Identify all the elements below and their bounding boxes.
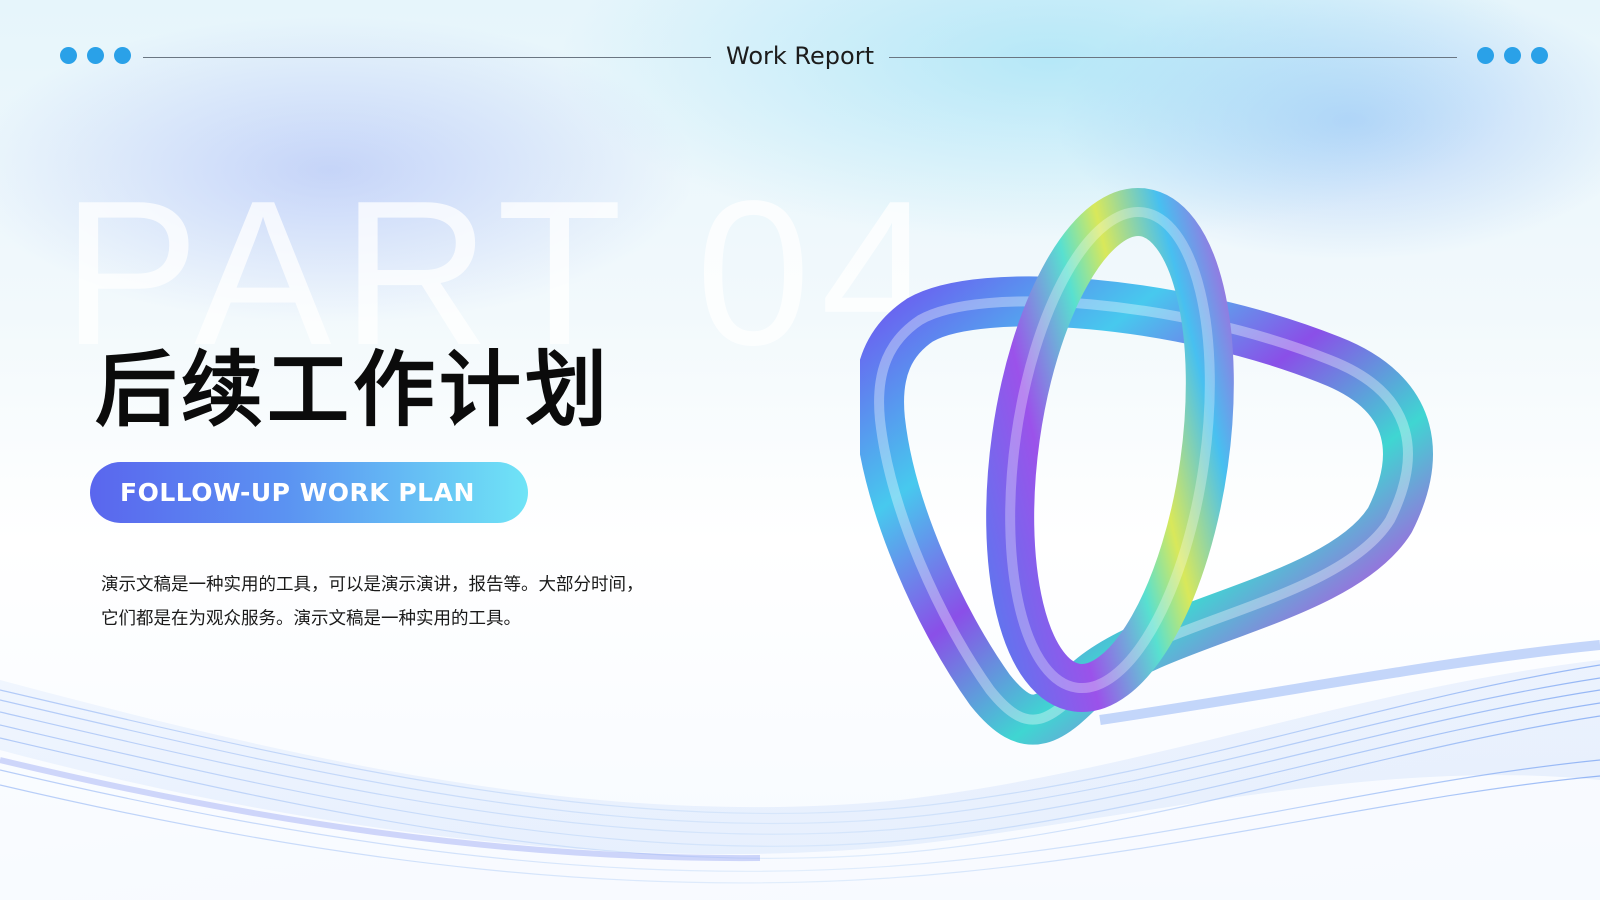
description-line: 它们都是在为观众服务。演示文稿是一种实用的工具。 <box>101 609 521 629</box>
dot <box>114 47 131 64</box>
header-title: Work Report <box>726 42 874 70</box>
dot <box>60 47 77 64</box>
slide: Work Report PART 04 后续工作计划 FOLLOW-UP WOR… <box>0 0 1600 900</box>
header-line-right <box>889 57 1457 58</box>
dot <box>87 47 104 64</box>
iridescent-knot-ring-icon <box>860 187 1433 745</box>
section-title: 后续工作计划 <box>95 343 612 438</box>
header-dots-right <box>1477 47 1548 64</box>
dot <box>1477 47 1494 64</box>
description: 演示文稿是一种实用的工具，可以是演示演讲，报告等。大部分时间， 它们都是在为观众… <box>101 568 741 636</box>
subtitle-text: FOLLOW-UP WORK PLAN <box>120 478 475 507</box>
subtitle-pill: FOLLOW-UP WORK PLAN <box>90 462 528 523</box>
dot <box>1531 47 1548 64</box>
dot <box>1504 47 1521 64</box>
header-line-left <box>143 57 711 58</box>
header-dots-left <box>60 47 131 64</box>
description-line: 演示文稿是一种实用的工具，可以是演示演讲，报告等。大部分时间， <box>101 575 644 595</box>
